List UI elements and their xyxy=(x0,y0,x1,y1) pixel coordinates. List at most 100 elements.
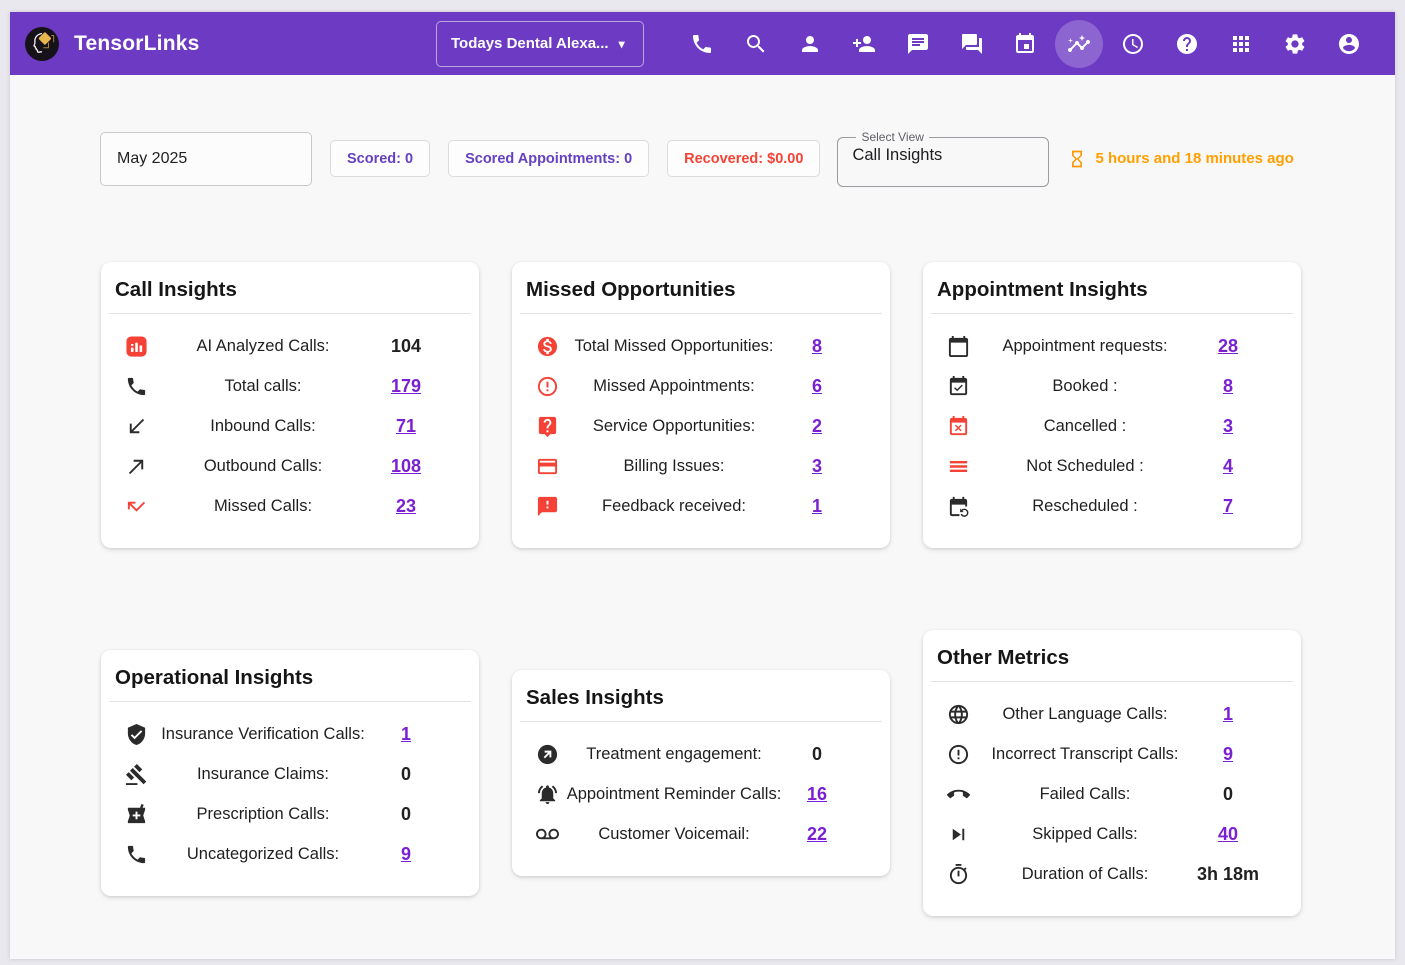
location-selector-label: Todays Dental Alexa... xyxy=(451,35,609,52)
card-title: Appointment Insights xyxy=(931,262,1293,313)
metric-value: 0 xyxy=(371,804,441,825)
calendar-check-icon xyxy=(947,375,977,398)
metric-row: Not Scheduled :4 xyxy=(931,446,1293,486)
cards-row-1: Call Insights AI Analyzed Calls:104Total… xyxy=(101,262,1395,548)
brand-logo-icon xyxy=(24,26,60,62)
metric-row: Uncategorized Calls:9 xyxy=(109,834,471,874)
chevron-down-icon: ▾ xyxy=(619,38,625,50)
metric-row: Skipped Calls:40 xyxy=(931,814,1293,854)
metric-label: Uncategorized Calls: xyxy=(155,845,371,864)
scored-chip: Scored: 0 xyxy=(330,140,430,177)
apps-grid-icon[interactable] xyxy=(1217,20,1265,68)
clock-icon[interactable] xyxy=(1109,20,1157,68)
metric-value-link[interactable]: 1 xyxy=(371,724,441,745)
select-view-dropdown[interactable]: Select View Call Insights xyxy=(837,130,1049,187)
person-icon[interactable] xyxy=(786,20,834,68)
feedback-bubble-icon xyxy=(536,495,566,518)
outbound-call-icon xyxy=(125,455,155,478)
metric-row: Missed Calls:23 xyxy=(109,486,471,526)
card-title: Missed Opportunities xyxy=(520,262,882,313)
metric-label: AI Analyzed Calls: xyxy=(155,337,371,356)
metric-row: Appointment requests:28 xyxy=(931,326,1293,366)
metric-row: Rescheduled :7 xyxy=(931,486,1293,526)
metric-value-link[interactable]: 1 xyxy=(782,496,852,517)
month-picker-input[interactable] xyxy=(100,132,312,186)
metric-row: Booked :8 xyxy=(931,366,1293,406)
metric-row: Appointment Reminder Calls:16 xyxy=(520,774,882,814)
metric-label: Missed Appointments: xyxy=(566,377,782,396)
metric-value: 0 xyxy=(371,764,441,785)
metric-row: Prescription Calls:0 xyxy=(109,794,471,834)
credit-card-icon xyxy=(536,455,566,478)
person-add-icon[interactable] xyxy=(840,20,888,68)
metric-value-link[interactable]: 8 xyxy=(782,336,852,357)
insights-icon[interactable] xyxy=(1055,20,1103,68)
card-sales-insights: Sales Insights Treatment engagement:0App… xyxy=(512,670,890,876)
top-navigation-bar: TensorLinks Todays Dental Alexa... ▾ xyxy=(10,12,1395,75)
top-icon-bar xyxy=(644,20,1379,68)
metric-row: Billing Issues:3 xyxy=(520,446,882,486)
phone-icon xyxy=(125,375,155,398)
search-icon[interactable] xyxy=(732,20,780,68)
metric-value-link[interactable]: 9 xyxy=(1193,744,1263,765)
analytics-badge-icon xyxy=(125,335,155,358)
timer-icon xyxy=(947,863,977,886)
metric-value-link[interactable]: 9 xyxy=(371,844,441,865)
metric-value-link[interactable]: 7 xyxy=(1193,496,1263,517)
metric-row: Feedback received:1 xyxy=(520,486,882,526)
app-window: TensorLinks Todays Dental Alexa... ▾ Sco… xyxy=(10,12,1395,959)
metric-value-link[interactable]: 22 xyxy=(782,824,852,845)
metric-label: Billing Issues: xyxy=(566,457,782,476)
location-selector-dropdown[interactable]: Todays Dental Alexa... ▾ xyxy=(436,21,644,67)
metric-value-link[interactable]: 28 xyxy=(1193,336,1263,357)
metric-label: Rescheduled : xyxy=(977,497,1193,516)
gavel-icon xyxy=(125,763,155,786)
metric-value-link[interactable]: 108 xyxy=(371,456,441,477)
metric-value-link[interactable]: 179 xyxy=(371,376,441,397)
scored-appointments-chip: Scored Appointments: 0 xyxy=(448,140,649,177)
metric-value-link[interactable]: 23 xyxy=(371,496,441,517)
voicemail-icon xyxy=(536,823,566,846)
metric-value-link[interactable]: 3 xyxy=(1193,416,1263,437)
metric-label: Missed Calls: xyxy=(155,497,371,516)
select-view-label: Select View xyxy=(856,130,928,144)
hourglass-icon xyxy=(1067,147,1087,171)
metric-label: Other Language Calls: xyxy=(977,705,1193,724)
metric-row: Insurance Claims:0 xyxy=(109,754,471,794)
metric-value-link[interactable]: 8 xyxy=(1193,376,1263,397)
metric-value-link[interactable]: 40 xyxy=(1193,824,1263,845)
phone-icon[interactable] xyxy=(678,20,726,68)
account-circle-icon[interactable] xyxy=(1325,20,1373,68)
metric-value-link[interactable]: 3 xyxy=(782,456,852,477)
help-icon[interactable] xyxy=(1163,20,1211,68)
recovered-chip: Recovered: $0.00 xyxy=(667,140,820,177)
metric-value-link[interactable]: 16 xyxy=(782,784,852,805)
metric-row: Duration of Calls:3h 18m xyxy=(931,854,1293,894)
metric-label: Insurance Verification Calls: xyxy=(155,725,371,744)
chat-icon[interactable] xyxy=(894,20,942,68)
metric-label: Appointment requests: xyxy=(977,337,1193,356)
settings-gear-icon[interactable] xyxy=(1271,20,1319,68)
calendar-icon[interactable] xyxy=(1001,20,1049,68)
shield-check-icon xyxy=(125,723,155,746)
metric-label: Duration of Calls: xyxy=(977,865,1193,884)
inbound-call-icon xyxy=(125,415,155,438)
question-bubble-icon xyxy=(536,415,566,438)
last-updated: 5 hours and 18 minutes ago xyxy=(1067,147,1293,171)
dollar-circle-icon xyxy=(536,335,566,358)
bell-ring-icon xyxy=(536,783,566,806)
metric-value-link[interactable]: 71 xyxy=(371,416,441,437)
filter-bar: Scored: 0 Scored Appointments: 0 Recover… xyxy=(100,130,1395,187)
metric-label: Treatment engagement: xyxy=(566,745,782,764)
metric-value: 104 xyxy=(371,336,441,357)
metric-row: Incorrect Transcript Calls:9 xyxy=(931,734,1293,774)
card-operational-insights: Operational Insights Insurance Verificat… xyxy=(101,650,479,896)
metric-value-link[interactable]: 2 xyxy=(782,416,852,437)
metric-value-link[interactable]: 1 xyxy=(1193,704,1263,725)
metric-row: Treatment engagement:0 xyxy=(520,734,882,774)
metric-row: Total calls:179 xyxy=(109,366,471,406)
metric-value-link[interactable]: 4 xyxy=(1193,456,1263,477)
select-view-value: Call Insights xyxy=(852,146,1034,165)
metric-value-link[interactable]: 6 xyxy=(782,376,852,397)
forum-icon[interactable] xyxy=(948,20,996,68)
